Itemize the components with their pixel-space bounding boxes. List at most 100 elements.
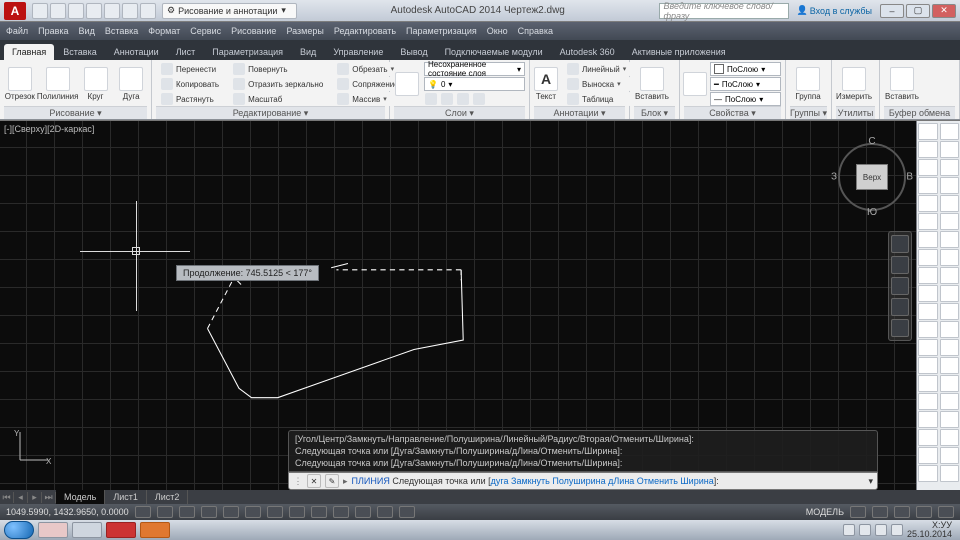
tab-layout2[interactable]: Лист2 [147,490,189,504]
tab-output[interactable]: Вывод [392,44,435,60]
group-button[interactable]: Группа [790,67,826,101]
cmdline-close-icon[interactable]: ✕ [307,474,321,488]
panel-draw-title[interactable]: Рисование ▾ [4,106,147,119]
menu-dimension[interactable]: Размеры [286,26,323,36]
tab-scroll-last-icon[interactable]: ⏭ [42,492,56,503]
tp-btn[interactable] [918,303,938,320]
compass-s[interactable]: Ю [867,207,877,218]
menu-window[interactable]: Окно [487,26,508,36]
tp-btn[interactable] [918,321,938,338]
status-ducs-toggle[interactable] [289,506,305,518]
tp-btn[interactable] [940,411,960,428]
tp-btn[interactable] [918,411,938,428]
tab-annotate[interactable]: Аннотации [106,44,167,60]
tab-parametric[interactable]: Параметризация [204,44,291,60]
tab-a360[interactable]: Autodesk 360 [552,44,623,60]
menu-help[interactable]: Справка [518,26,553,36]
tray-volume-icon[interactable] [891,524,903,536]
qat-undo-icon[interactable] [122,3,138,19]
coords-readout[interactable]: 1049.5990, 1432.9650, 0.0000 [6,507,129,517]
menu-draw[interactable]: Рисование [231,26,276,36]
panel-block-title[interactable]: Блок ▾ [634,106,675,119]
taskbar-clock[interactable]: Х:УУ 25.10.2014 [907,521,956,539]
status-tray-icon[interactable] [916,506,932,518]
tp-btn[interactable] [940,159,960,176]
command-input[interactable]: ⋮ ✕ ✎ ▸ ПЛИНИЯ Следующая точка или [дуга… [288,472,878,490]
tp-btn[interactable] [918,429,938,446]
tab-insert[interactable]: Вставка [55,44,104,60]
taskbar-powerpoint[interactable] [140,522,170,538]
text-button[interactable]: AТекст [534,67,558,101]
arc-button[interactable]: Дуга [115,67,147,101]
tp-btn[interactable] [918,141,938,158]
layer-state-combo[interactable]: Несохраненное состояние слоя ▾ [424,62,525,76]
status-snap-toggle[interactable] [135,506,151,518]
move-button[interactable]: Перенести [156,62,224,76]
compass-n[interactable]: С [868,136,875,147]
status-lwt-toggle[interactable] [333,506,349,518]
qat-redo-icon[interactable] [140,3,156,19]
signin-link[interactable]: 👤 Вход в службы [797,5,872,16]
lineweight-combo[interactable]: ━ПоСлою▾ [710,77,781,91]
layer-off-button[interactable] [440,92,454,106]
tp-btn[interactable] [918,231,938,248]
status-dyn-toggle[interactable] [311,506,327,518]
panel-layers-title[interactable]: Слои ▾ [394,106,525,119]
menu-view[interactable]: Вид [79,26,95,36]
qat-plot-icon[interactable] [104,3,120,19]
tab-view[interactable]: Вид [292,44,324,60]
measure-button[interactable]: Измерить [836,67,872,101]
status-tray-icon[interactable] [850,506,866,518]
tp-btn[interactable] [918,339,938,356]
menu-tools[interactable]: Сервис [190,26,221,36]
pan-icon[interactable] [891,256,909,274]
tp-btn[interactable] [918,195,938,212]
linetype-combo[interactable]: —ПоСлою▾ [710,92,781,106]
layer-iso-button[interactable] [424,92,438,106]
tp-btn[interactable] [940,303,960,320]
status-tray-icon[interactable] [872,506,888,518]
rotate-button[interactable]: Повернуть [228,62,328,76]
tray-flag-icon[interactable] [859,524,871,536]
taskbar-app[interactable] [38,522,68,538]
layer-combo[interactable]: 💡0 ▾ [424,77,525,91]
tab-plugins[interactable]: Подключаемые модули [437,44,551,60]
zoom-extents-icon[interactable] [891,277,909,295]
tab-home[interactable]: Главная [4,44,54,60]
tp-btn[interactable] [918,357,938,374]
tp-btn[interactable] [940,357,960,374]
minimize-button[interactable]: – [880,4,904,18]
drawing-area[interactable]: [-][Сверху][2D-каркас] Продолжение: 745.… [0,120,960,504]
tab-express[interactable]: Активные приложения [624,44,734,60]
panel-groups-title[interactable]: Группы ▾ [790,106,827,119]
tp-btn[interactable] [918,159,938,176]
tab-scroll-prev-icon[interactable]: ◂ [14,492,28,503]
viewcube[interactable]: С Ю В З Верх [832,137,912,217]
start-button[interactable] [4,521,34,539]
tp-btn[interactable] [918,177,938,194]
copy-button[interactable]: Копировать [156,77,224,91]
status-polar-toggle[interactable] [201,506,217,518]
status-tray-icon[interactable] [938,506,954,518]
tp-btn[interactable] [940,249,960,266]
status-tray-icon[interactable] [894,506,910,518]
orbit-icon[interactable] [891,298,909,316]
menu-format[interactable]: Формат [148,26,180,36]
menu-modify[interactable]: Редактировать [334,26,396,36]
command-history[interactable]: [Угол/Центр/Замкнуть/Направление/Полушир… [288,430,878,472]
status-sc-toggle[interactable] [399,506,415,518]
table-button[interactable]: Таблица [562,92,631,106]
layer-freeze-button[interactable] [456,92,470,106]
tp-btn[interactable] [940,339,960,356]
status-osnap-toggle[interactable] [223,506,239,518]
taskbar-autocad[interactable] [106,522,136,538]
panel-annot-title[interactable]: Аннотации ▾ [534,106,625,119]
tray-network-icon[interactable] [875,524,887,536]
tp-btn[interactable] [918,123,938,140]
workspace-selector[interactable]: ⚙ Рисование и аннотации ▾ [162,3,297,19]
help-search-input[interactable]: Введите ключевое слово/фразу [659,3,789,19]
scale-button[interactable]: Масштаб [228,92,328,106]
status-model-label[interactable]: МОДЕЛЬ [806,507,844,517]
match-prop-button[interactable] [684,72,706,96]
tp-btn[interactable] [940,321,960,338]
